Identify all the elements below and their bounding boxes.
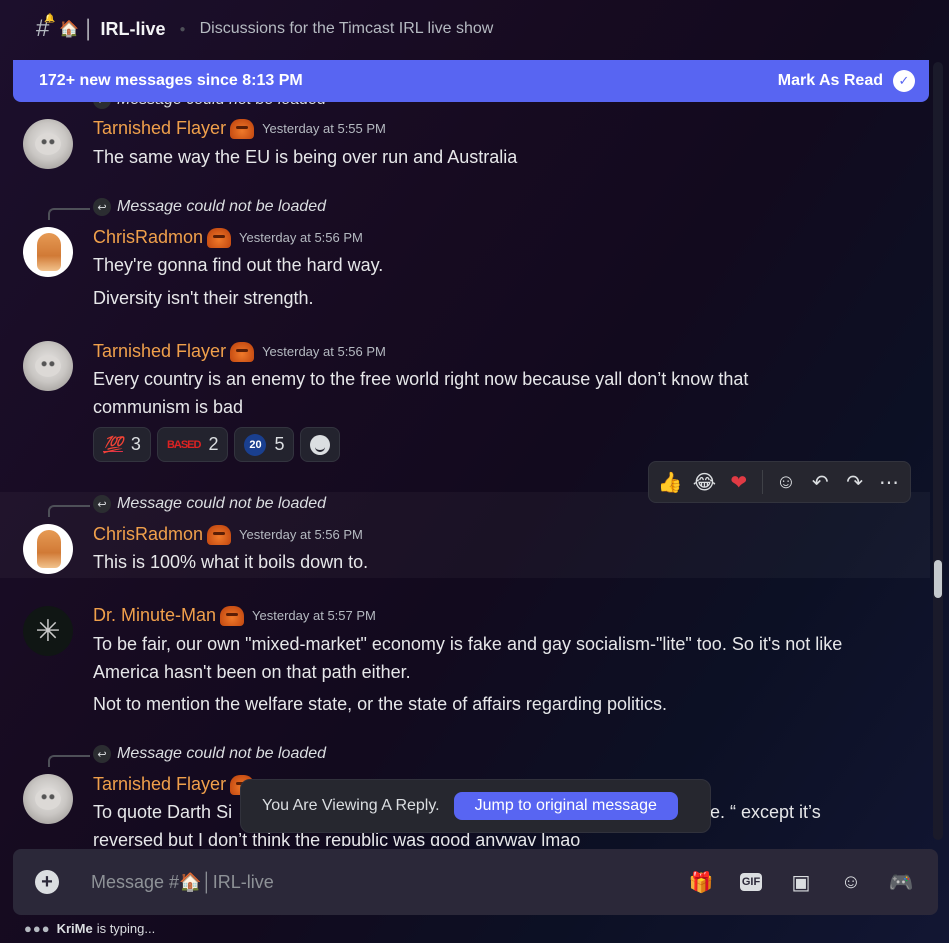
reply-connector <box>48 755 90 767</box>
reply-preview-text: Message could not be loaded <box>117 745 327 762</box>
message-text-end: e. “ except it’s <box>710 802 821 822</box>
message-text: They're gonna find out the hard way. <box>93 255 384 275</box>
forward-icon[interactable]: ↷ <box>839 466 869 498</box>
reply-arrow-icon: ↩ <box>93 495 111 513</box>
username[interactable]: Tarnished Flayer <box>93 341 226 362</box>
reply-preview[interactable]: ↩ Message could not be loaded <box>93 495 326 513</box>
jump-to-original-button[interactable]: Jump to original message <box>453 792 678 820</box>
timestamp: Yesterday at 5:55 PM <box>262 121 386 136</box>
reaction-count: 3 <box>130 434 141 454</box>
typing-indicator: ●●● KriMe is typing... <box>24 921 155 936</box>
message-text-start: To quote Darth Si <box>93 802 233 822</box>
timestamp: Yesterday at 5:57 PM <box>252 608 376 623</box>
hundred-emoji-icon: 💯 <box>103 436 123 454</box>
message-text: To be fair, our own "mixed-market" econo… <box>93 634 843 682</box>
reaction-count: 5 <box>274 434 285 454</box>
reaction-100[interactable]: 💯 3 <box>93 427 151 462</box>
message-text: Every country is an enemy to the free wo… <box>93 369 749 417</box>
new-messages-text[interactable]: 172+ new messages since 8:13 PM <box>39 72 303 90</box>
reaction-based[interactable]: BASED 2 <box>156 427 229 462</box>
reactions-row: 💯 3 BASED 2 20 5 <box>93 427 341 462</box>
mark-as-read-button[interactable]: Mark As Read ✓ <box>778 70 915 92</box>
timestamp: Yesterday at 5:56 PM <box>262 344 386 359</box>
username[interactable]: Dr. Minute-Man <box>93 605 216 626</box>
channel-name: IRL-live <box>100 18 166 39</box>
reply-preview[interactable]: ↩ Message could not be loaded <box>93 198 326 216</box>
reaction-20[interactable]: 20 5 <box>234 427 295 462</box>
reply-preview[interactable]: ↩ Message could not be loaded <box>93 745 326 763</box>
role-badge-icon <box>230 341 255 362</box>
avatar[interactable] <box>23 119 73 169</box>
message-input[interactable]: Message #🏠│IRL-live <box>91 872 686 893</box>
viewing-reply-label: You Are Viewing A Reply. <box>262 797 440 814</box>
message-text: This is 100% what it boils down to. <box>93 552 369 572</box>
heart-icon[interactable]: ❤ <box>724 466 754 498</box>
timestamp: Yesterday at 5:56 PM <box>239 230 363 245</box>
reply-icon[interactable]: ↶ <box>805 466 835 498</box>
mark-read-icon: ✓ <box>893 70 915 92</box>
reply-preview-text: Message could not be loaded <box>117 198 327 215</box>
avatar[interactable] <box>23 774 73 824</box>
channel-topic[interactable]: Discussions for the Timcast IRL live sho… <box>200 20 494 38</box>
upload-plus-icon[interactable]: + <box>35 870 59 894</box>
message-text: The same way the EU is being over run an… <box>93 147 518 167</box>
username[interactable]: ChrisRadmon <box>93 227 203 248</box>
channel-header: # 🔔 🏠 │ IRL-live ● Discussions for the Ti… <box>0 0 949 58</box>
role-badge-icon <box>220 605 245 626</box>
typing-user: KriMe <box>56 921 93 936</box>
message-composer: + Message #🏠│IRL-live 🎁 GIF ▣ ☺ 🎮 <box>13 849 938 915</box>
gift-icon[interactable]: 🎁 <box>686 867 716 897</box>
scrollbar-track[interactable] <box>933 62 943 840</box>
avatar[interactable] <box>23 606 73 656</box>
reply-connector <box>48 505 90 517</box>
reply-arrow-icon: ↩ <box>93 198 111 216</box>
role-badge-icon <box>207 227 232 248</box>
sticker-icon[interactable]: ▣ <box>786 867 816 897</box>
reply-preview-text: Message could not be loaded <box>117 495 327 512</box>
role-badge-icon <box>207 524 232 545</box>
reaction-count: 2 <box>208 434 219 454</box>
toolbar-divider <box>761 470 763 494</box>
channel-hash-icon: # 🔔 <box>36 13 56 42</box>
avatar[interactable] <box>23 227 73 277</box>
username[interactable]: ChrisRadmon <box>93 524 203 545</box>
twenty-emoji-icon: 20 <box>244 433 267 456</box>
reply-connector <box>48 208 90 220</box>
emoji-icon[interactable]: ☺ <box>836 867 866 897</box>
message-text: Not to mention the welfare state, or the… <box>93 694 667 714</box>
message-text: Diversity isn't their strength. <box>93 288 314 308</box>
add-reaction-icon[interactable]: ☺ <box>771 466 801 498</box>
based-emoji-icon: BASED <box>166 438 202 451</box>
typing-text: is typing... <box>96 921 156 936</box>
typing-dots-icon: ●●● <box>24 921 51 936</box>
thumbs-up-icon[interactable]: 👍 <box>655 466 685 498</box>
separator-dot: ● <box>179 23 186 35</box>
username[interactable]: Tarnished Flayer <box>93 774 226 795</box>
avatar[interactable] <box>23 524 73 574</box>
message-actions-toolbar: 👍 😂 ❤ ☺ ↶ ↷ ⋯ <box>648 461 911 503</box>
gif-icon[interactable]: GIF <box>736 867 766 897</box>
scrollbar-thumb[interactable] <box>934 560 942 598</box>
add-reaction-button[interactable] <box>300 427 341 462</box>
avatar[interactable] <box>23 341 73 391</box>
role-badge-icon <box>230 118 255 139</box>
divider: │ <box>83 18 95 39</box>
house-emoji-icon: 🏠 <box>59 21 80 38</box>
username[interactable]: Tarnished Flayer <box>93 118 226 139</box>
more-options-icon[interactable]: ⋯ <box>874 466 904 498</box>
add-reaction-icon <box>310 434 331 455</box>
gamepad-icon[interactable]: 🎮 <box>886 867 916 897</box>
laughing-emoji-icon[interactable]: 😂 <box>689 466 719 498</box>
viewing-reply-bar: You Are Viewing A Reply. Jump to origina… <box>240 779 711 833</box>
mark-as-read-label: Mark As Read <box>777 72 883 89</box>
timestamp: Yesterday at 5:56 PM <box>239 527 363 542</box>
reply-arrow-icon: ↩ <box>93 745 111 763</box>
new-messages-bar[interactable]: 172+ new messages since 8:13 PM Mark As … <box>13 60 929 102</box>
